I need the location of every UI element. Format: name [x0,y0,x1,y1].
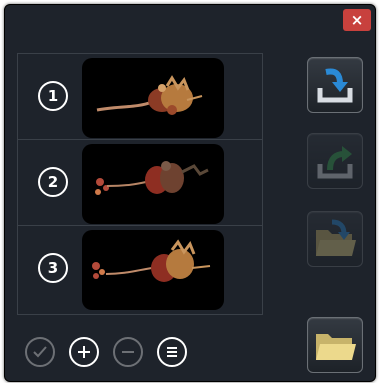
folder-icon [316,334,356,360]
list-item[interactable]: 3 [18,226,262,311]
open-folder-button[interactable] [307,317,363,373]
check-button[interactable] [25,337,55,367]
remove-button[interactable] [113,337,143,367]
open-folder-import-icon [316,219,356,256]
item-thumbnail[interactable] [82,144,224,224]
check-icon [33,346,47,358]
import-icon [317,68,353,103]
close-icon: × [350,11,364,29]
import-button[interactable] [307,57,363,113]
minus-icon [122,351,134,353]
import-from-folder-button[interactable] [307,211,363,267]
list-item[interactable]: 2 [18,140,262,226]
item-list: 1 2 3 [17,53,263,315]
item-number: 3 [38,253,68,283]
item-thumbnail[interactable] [82,230,224,310]
item-thumbnail[interactable] [82,58,224,138]
list-item[interactable]: 1 [18,54,262,140]
export-icon [317,146,353,179]
dialog: × 1 2 3 [4,4,376,382]
menu-button[interactable] [157,337,187,367]
menu-icon [167,347,177,357]
add-button[interactable] [69,337,99,367]
item-number: 2 [38,167,68,197]
item-number: 1 [38,81,68,111]
bottom-toolbar [25,337,187,367]
plus-icon [78,346,90,358]
close-button[interactable]: × [343,9,371,31]
export-button[interactable] [307,133,363,189]
